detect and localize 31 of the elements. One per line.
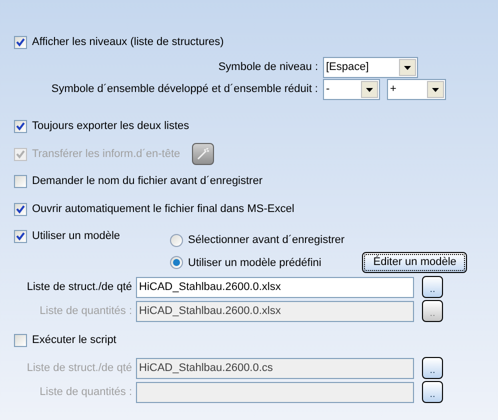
field-label: Liste de quantités : [38, 304, 133, 319]
radio-button[interactable] [170, 234, 184, 246]
field-label: Liste de struct./de qté [26, 280, 133, 295]
dropdown[interactable]: [Espace] [323, 57, 418, 78]
checkbox-label: Demander le nom du fichier avant d´enregistrer [32, 174, 263, 188]
checkbox[interactable] [14, 230, 27, 242]
checkbox-label: Afficher les niveaux (liste de structures) [32, 35, 224, 49]
field-label: Liste de quantités : [38, 384, 133, 400]
radio-label: Utiliser un modèle prédéfini [188, 256, 322, 270]
checkbox[interactable] [14, 202, 27, 216]
checkbox-label: Toujours exporter les deux listes [32, 119, 190, 133]
checkbox[interactable] [14, 120, 27, 132]
dropdown[interactable]: + [387, 79, 446, 100]
browse-button[interactable]: .. [422, 276, 443, 298]
edit-template-button[interactable]: Éditer un modèle [362, 252, 468, 273]
assembly-symbol-label: Symbole d´ensemble développé et d´ensemble réduit : [51, 82, 318, 98]
wand-icon [197, 148, 210, 160]
checkbox-label: Utiliser un modèle [32, 229, 120, 243]
checkbox-label: Exécuter le script [32, 333, 116, 347]
wand-icon-button[interactable] [192, 143, 214, 165]
checkbox-label: Ouvrir automatiquement le fichier final dans MS-Excel [32, 202, 294, 216]
checkbox-label: Transférer les inform.d´en-tête [32, 147, 180, 161]
input-field[interactable]: HiCAD_Stahlbau.2600.0.xlsx [136, 276, 414, 298]
checkbox[interactable] [14, 174, 27, 188]
checkbox[interactable] [14, 36, 27, 48]
radio-label: Sélectionner avant d´enregistrer [188, 233, 345, 247]
radio-button[interactable] [170, 256, 184, 269]
level-symbol-label: Symbole de niveau : [218, 60, 318, 76]
checkbox[interactable] [14, 334, 27, 346]
dropdown[interactable]: - [323, 79, 380, 100]
field-label: Liste de struct./de qté [26, 360, 133, 376]
